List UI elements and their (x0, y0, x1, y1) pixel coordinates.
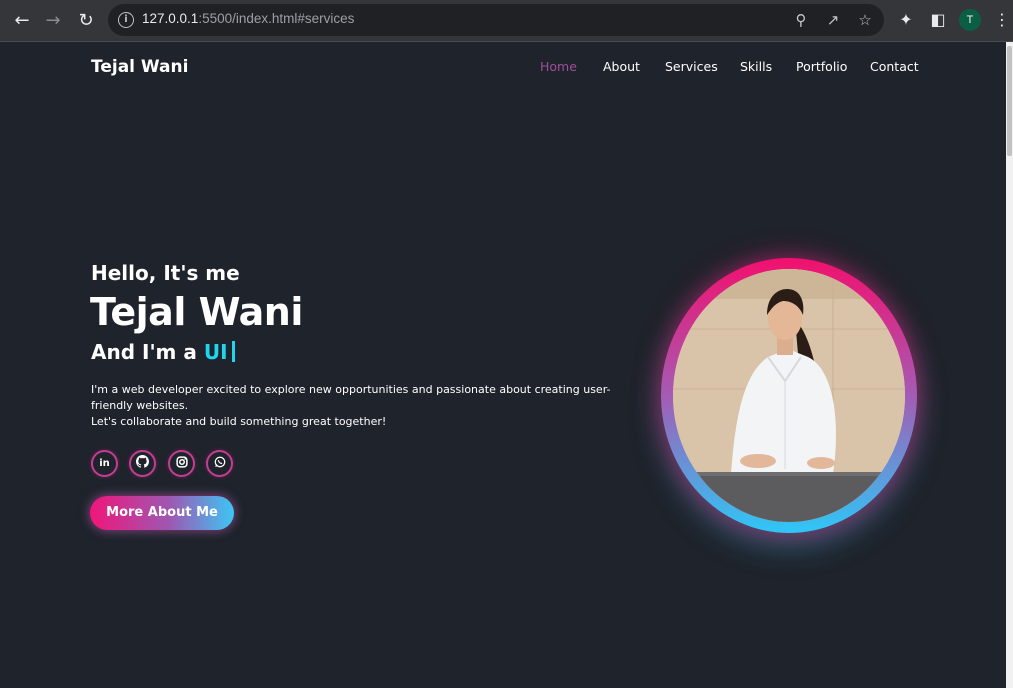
more-about-me-button[interactable]: More About Me (90, 496, 234, 530)
github-icon[interactable] (129, 450, 156, 477)
address-bar[interactable]: i 127.0.0.1:5500/index.html#services ⚲ ↗… (108, 4, 884, 36)
scrollbar-thumb[interactable] (1007, 46, 1012, 156)
role-prefix: And I'm a (91, 340, 204, 364)
nav-about[interactable]: About (603, 59, 640, 74)
side-panel-icon[interactable]: ◧ (927, 9, 949, 31)
page: Tejal Wani Home About Services Skills Po… (0, 42, 1006, 688)
bookmark-star-icon[interactable]: ☆ (855, 10, 875, 30)
menu-kebab-icon[interactable]: ⋮ (991, 9, 1013, 31)
instagram-icon[interactable] (168, 450, 195, 477)
nav-home[interactable]: Home (540, 59, 577, 74)
reload-button[interactable]: ↻ (74, 9, 98, 33)
forward-button[interactable]: → (41, 9, 65, 33)
typing-caret (231, 341, 235, 362)
profile-photo (673, 269, 905, 522)
hero-role: And I'm a UI (91, 340, 235, 364)
nav-contact[interactable]: Contact (870, 59, 919, 74)
linkedin-icon[interactable]: in (91, 450, 118, 477)
share-icon[interactable]: ↗ (823, 10, 843, 30)
profile-avatar[interactable]: T (959, 9, 981, 31)
url-text[interactable]: 127.0.0.1:5500/index.html#services (142, 11, 354, 26)
profile-photo-frame (661, 258, 917, 533)
hero-name: Tejal Wani (90, 290, 303, 334)
site-info-icon[interactable]: i (118, 12, 134, 28)
role-typed: UI (203, 340, 228, 364)
nav-portfolio[interactable]: Portfolio (796, 59, 847, 74)
back-button[interactable]: ← (10, 9, 34, 33)
extensions-icon[interactable]: ✦ (895, 9, 917, 31)
zoom-icon[interactable]: ⚲ (791, 10, 811, 30)
nav-services[interactable]: Services (665, 59, 718, 74)
nav-skills[interactable]: Skills (740, 59, 772, 74)
browser-toolbar: ← → ↻ i 127.0.0.1:5500/index.html#servic… (0, 0, 1013, 42)
whatsapp-icon[interactable] (206, 450, 233, 477)
hero-greeting: Hello, It's me (91, 261, 240, 285)
page-scrollbar[interactable] (1006, 42, 1013, 688)
hero-description: I'm a web developer excited to explore n… (91, 383, 611, 428)
site-logo[interactable]: Tejal Wani (91, 57, 188, 77)
